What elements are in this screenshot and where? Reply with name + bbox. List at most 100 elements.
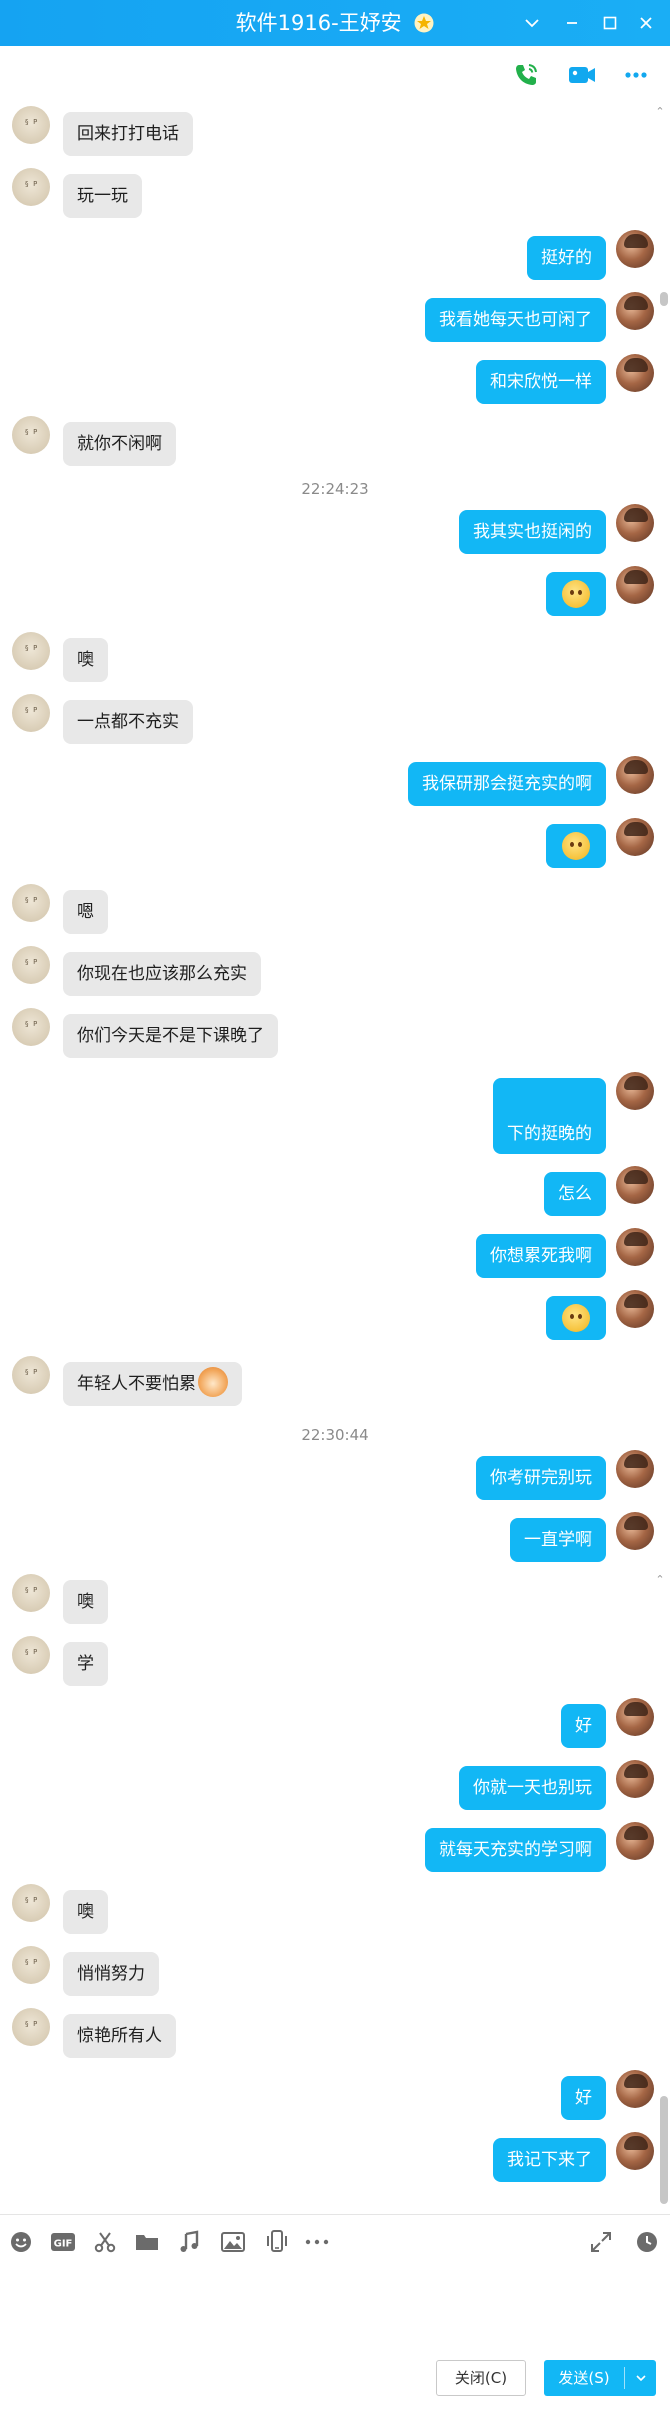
message-bubble[interactable]: 噢 <box>63 638 108 682</box>
avatar[interactable] <box>616 1290 654 1328</box>
avatar[interactable] <box>616 1698 654 1736</box>
message-bubble[interactable]: 我其实也挺闲的 <box>459 510 606 554</box>
message-bubble[interactable]: 你们今天是不是下课晚了 <box>63 1014 278 1058</box>
message-bubble[interactable]: 我看她每天也可闲了 <box>425 298 606 342</box>
avatar[interactable] <box>616 292 654 330</box>
maximize-button[interactable] <box>592 0 628 46</box>
message-list[interactable]: ⌃ § P 回来打打电话 § P 玩一玩 挺好的 我看她每天也可闲了 和宋欣悦一… <box>0 104 670 2214</box>
message-bubble[interactable]: 我记下来了 <box>493 2138 606 2182</box>
message-bubble[interactable]: 年轻人不要怕累 <box>63 1362 242 1406</box>
star-icon <box>414 13 434 33</box>
avatar[interactable]: § P <box>12 694 50 732</box>
surprised-emoji-icon <box>562 1304 590 1332</box>
message-bubble[interactable]: 好 <box>561 2076 606 2120</box>
message-bubble[interactable]: 就每天充实的学习啊 <box>425 1828 606 1872</box>
avatar[interactable]: § P <box>12 1356 50 1394</box>
scissors-icon[interactable] <box>90 2227 120 2257</box>
avatar[interactable] <box>616 1166 654 1204</box>
message-bubble[interactable]: 我保研那会挺充实的啊 <box>408 762 606 806</box>
message-bubble[interactable]: 和宋欣悦一样 <box>476 360 606 404</box>
avatar[interactable]: § P <box>12 106 50 144</box>
surprised-emoji-icon <box>562 832 590 860</box>
message-bubble[interactable]: 你就一天也别玩 <box>459 1766 606 1810</box>
avatar[interactable] <box>616 818 654 856</box>
avatar[interactable] <box>616 2132 654 2170</box>
emoji-icon[interactable] <box>6 2227 36 2257</box>
voice-call-icon[interactable] <box>508 58 544 92</box>
avatar[interactable] <box>616 230 654 268</box>
message-bubble[interactable]: 你想累死我啊 <box>476 1234 606 1278</box>
avatar[interactable] <box>616 2070 654 2108</box>
avatar[interactable]: § P <box>12 1946 50 1984</box>
avatar[interactable] <box>616 566 654 604</box>
send-button-divider <box>624 2367 625 2389</box>
chat-toolbar <box>0 46 670 104</box>
message-bubble[interactable]: 你考研完别玩 <box>476 1456 606 1500</box>
message-bubble[interactable]: 回来打打电话 <box>63 112 193 156</box>
message-bubble[interactable]: 就你不闲啊 <box>63 422 176 466</box>
message-bubble[interactable]: 下的挺晚的 <box>493 1078 606 1154</box>
message-bubble[interactable] <box>546 824 606 868</box>
chat-scrollbar[interactable] <box>658 104 670 2214</box>
avatar[interactable] <box>616 504 654 542</box>
avatar[interactable] <box>616 1512 654 1550</box>
timestamp: 22:30:44 <box>301 1426 369 1444</box>
expand-icon[interactable] <box>586 2227 616 2257</box>
music-icon[interactable] <box>174 2227 204 2257</box>
message-bubble[interactable]: 玩一玩 <box>63 174 142 218</box>
avatar[interactable]: § P <box>12 168 50 206</box>
timestamp: 22:24:23 <box>301 480 369 498</box>
message-bubble[interactable]: 你现在也应该那么充实 <box>63 952 261 996</box>
avatar[interactable]: § P <box>12 1884 50 1922</box>
avatar[interactable] <box>616 1228 654 1266</box>
scrollbar-marker[interactable] <box>660 292 668 306</box>
gif-icon[interactable]: GIF <box>48 2227 78 2257</box>
avatar[interactable]: § P <box>12 416 50 454</box>
avatar[interactable] <box>616 1072 654 1110</box>
message-bubble[interactable]: 悄悄努力 <box>63 1952 159 1996</box>
more-tools-icon[interactable] <box>302 2227 332 2257</box>
avatar[interactable]: § P <box>12 1008 50 1046</box>
message-bubble[interactable]: 怎么 <box>544 1172 606 1216</box>
message-bubble[interactable]: 一直学啊 <box>510 1518 606 1562</box>
message-text: 年轻人不要怕累 <box>77 1374 196 1394</box>
message-bubble[interactable]: 好 <box>561 1704 606 1748</box>
minimize-button[interactable] <box>554 0 590 46</box>
avatar[interactable]: § P <box>12 946 50 984</box>
message-input[interactable] <box>10 2271 660 2341</box>
avatar[interactable] <box>616 1760 654 1798</box>
message-bubble[interactable]: 一点都不充实 <box>63 700 193 744</box>
avatar[interactable]: § P <box>12 2008 50 2046</box>
message-bubble[interactable] <box>546 572 606 616</box>
image-icon[interactable] <box>218 2227 248 2257</box>
video-call-icon[interactable] <box>564 58 600 92</box>
avatar[interactable] <box>616 1822 654 1860</box>
send-button-label: 发送(S) <box>558 2369 610 2387</box>
message-bubble[interactable]: 噢 <box>63 1580 108 1624</box>
message-bubble[interactable]: 挺好的 <box>527 236 606 280</box>
input-area: GIF 关闭(C) 发送(S) <box>0 2214 670 2410</box>
chevron-down-icon[interactable] <box>514 0 550 46</box>
laughing-tears-emoji-icon <box>562 580 590 608</box>
history-clock-icon[interactable] <box>632 2227 662 2257</box>
scrollbar-thumb[interactable] <box>660 2096 668 2204</box>
phone-shake-icon[interactable] <box>262 2227 292 2257</box>
message-bubble[interactable]: 学 <box>63 1642 108 1686</box>
more-options-icon[interactable] <box>618 58 654 92</box>
avatar[interactable]: § P <box>12 884 50 922</box>
message-bubble[interactable]: 嗯 <box>63 890 108 934</box>
avatar[interactable] <box>616 756 654 794</box>
avatar[interactable]: § P <box>12 1636 50 1674</box>
avatar[interactable]: § P <box>12 1574 50 1612</box>
avatar[interactable] <box>616 354 654 392</box>
chevron-down-icon[interactable] <box>626 2360 656 2396</box>
message-bubble[interactable]: 惊艳所有人 <box>63 2014 176 2058</box>
send-button[interactable]: 发送(S) <box>544 2360 656 2396</box>
avatar[interactable]: § P <box>12 632 50 670</box>
close-button[interactable]: 关闭(C) <box>436 2360 526 2396</box>
close-window-button[interactable] <box>628 0 664 46</box>
avatar[interactable] <box>616 1450 654 1488</box>
message-bubble[interactable]: 噢 <box>63 1890 108 1934</box>
folder-icon[interactable] <box>132 2227 162 2257</box>
message-bubble[interactable] <box>546 1296 606 1340</box>
